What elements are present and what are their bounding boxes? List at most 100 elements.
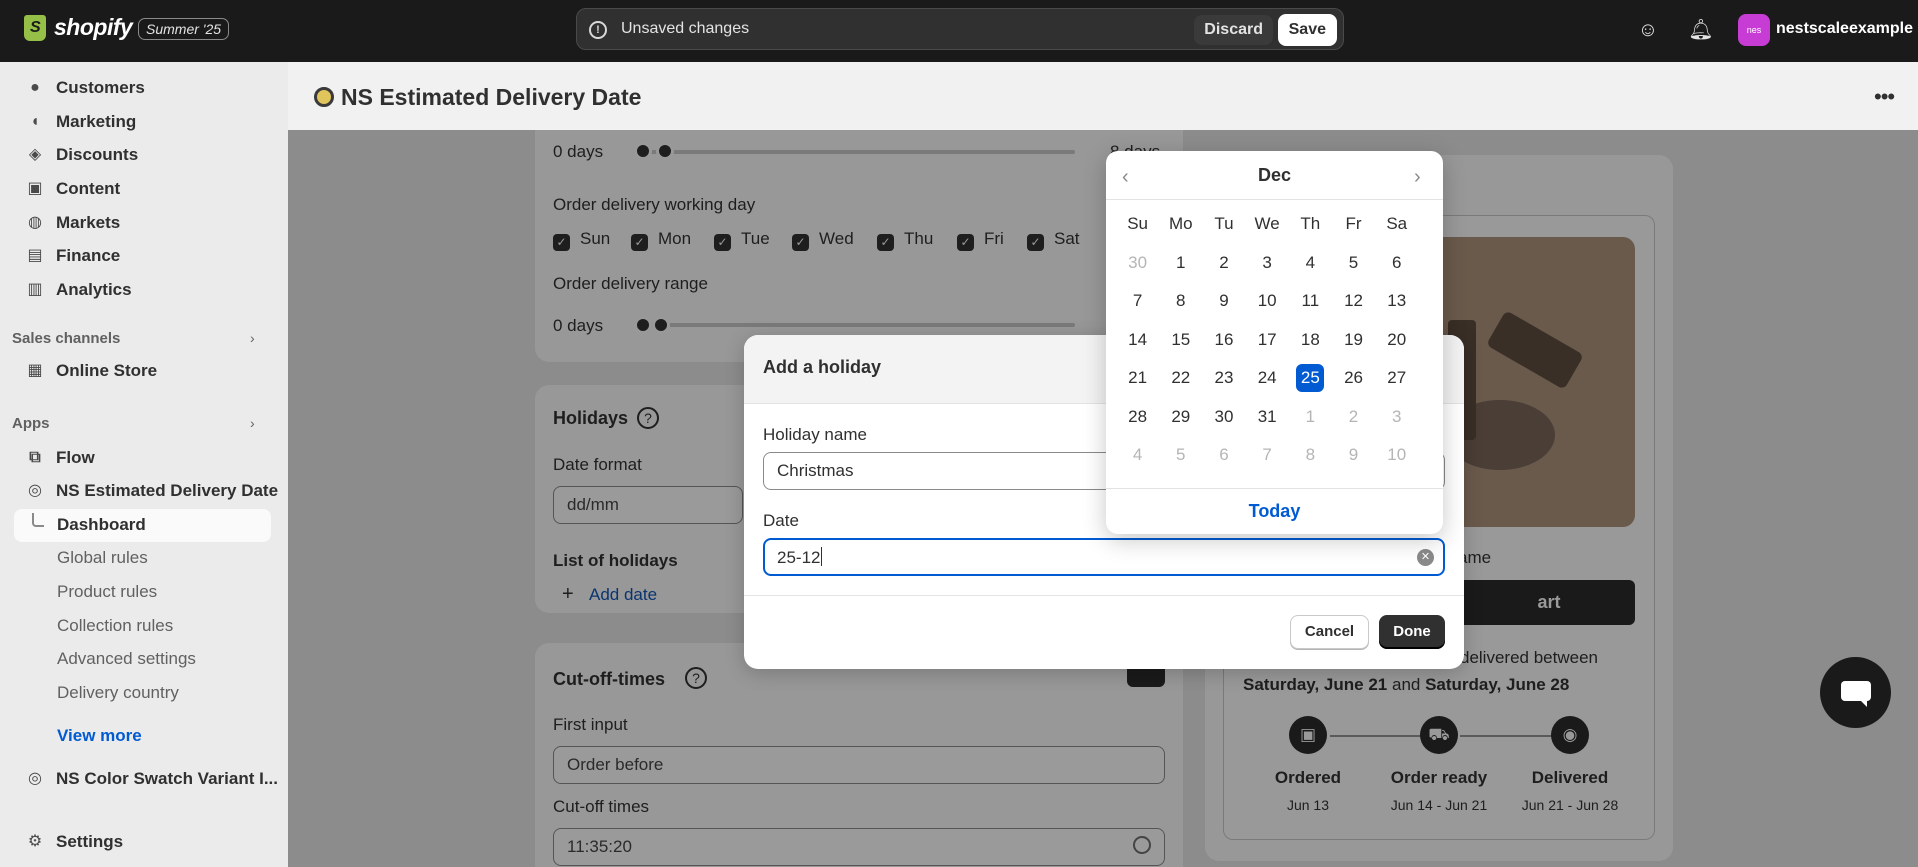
calendar-day[interactable]: 8 xyxy=(1289,436,1332,475)
sidebar-item-finance[interactable]: ▤ Finance xyxy=(26,246,120,266)
calendar-day[interactable]: 9 xyxy=(1202,282,1245,321)
range-slider-knob[interactable] xyxy=(652,316,670,334)
calendar-day[interactable]: 21 xyxy=(1116,359,1159,398)
cutoff-times-field[interactable]: 11:35:20 xyxy=(553,828,1165,866)
calendar-day[interactable]: 28 xyxy=(1116,398,1159,437)
sidebar-item-analytics[interactable]: ▥ Analytics xyxy=(26,280,131,300)
sidebar-item-customers[interactable]: ● Customers xyxy=(26,78,145,98)
sidebar-item-markets[interactable]: ◍ Markets xyxy=(26,213,120,233)
apps-header[interactable]: Apps xyxy=(12,415,50,432)
calendar-day[interactable]: 24 xyxy=(1246,359,1289,398)
calendar-day[interactable]: 18 xyxy=(1289,321,1332,360)
clock-icon[interactable] xyxy=(1133,836,1151,854)
range-slider-knob[interactable] xyxy=(656,142,674,160)
range-slider-track[interactable] xyxy=(635,323,1075,327)
calendar-day[interactable]: 27 xyxy=(1375,359,1418,398)
sidebar-subitem-advanced-settings[interactable]: Advanced settings xyxy=(57,649,196,669)
sidebar-item-ns-color-swatch[interactable]: ◎ NS Color Swatch Variant I... xyxy=(26,769,278,789)
calendar-day[interactable]: 4 xyxy=(1116,436,1159,475)
calendar-day[interactable]: 8 xyxy=(1159,282,1202,321)
sidebar-subitem-collection-rules[interactable]: Collection rules xyxy=(57,616,173,636)
sidebar-item-flow[interactable]: ⧉ Flow xyxy=(26,448,94,468)
weekday-checkbox-thu[interactable]: ✓ Thu xyxy=(877,229,933,251)
help-icon[interactable]: ? xyxy=(637,407,659,429)
sidebar-item-content[interactable]: ▣ Content xyxy=(26,179,120,199)
calendar-day[interactable]: 17 xyxy=(1246,321,1289,360)
range-slider-track[interactable] xyxy=(635,150,1075,154)
range-slider-knob[interactable] xyxy=(634,316,652,334)
calendar-day[interactable]: 14 xyxy=(1116,321,1159,360)
calendar-day[interactable]: 12 xyxy=(1332,282,1375,321)
bell-icon[interactable]: 🔔︎ xyxy=(1688,17,1714,43)
calendar-day[interactable]: 19 xyxy=(1332,321,1375,360)
sidekick-icon[interactable]: ☺ xyxy=(1635,17,1661,43)
calendar-day[interactable]: 7 xyxy=(1116,282,1159,321)
save-button[interactable]: Save xyxy=(1277,14,1337,46)
today-button[interactable]: Today xyxy=(1106,501,1443,522)
help-icon[interactable]: ? xyxy=(685,667,707,689)
first-input-field[interactable]: Order before xyxy=(553,746,1165,784)
calendar-day[interactable]: 1 xyxy=(1159,244,1202,283)
calendar-day[interactable]: 6 xyxy=(1202,436,1245,475)
sidebar-item-online-store[interactable]: ▦ Online Store xyxy=(26,361,157,381)
add-date-link[interactable]: Add date xyxy=(589,585,657,605)
chevron-right-icon[interactable]: › xyxy=(1414,166,1421,189)
calendar-day[interactable]: 5 xyxy=(1332,244,1375,283)
shopify-logo[interactable]: shopify xyxy=(24,14,133,41)
calendar-day[interactable]: 15 xyxy=(1159,321,1202,360)
sidebar-subitem-dashboard[interactable]: Dashboard xyxy=(57,515,146,535)
done-button[interactable]: Done xyxy=(1379,615,1445,649)
calendar-day[interactable]: 31 xyxy=(1246,398,1289,437)
sidebar-item-settings[interactable]: ⚙ Settings xyxy=(26,832,123,852)
chat-button[interactable] xyxy=(1820,657,1891,728)
calendar-day[interactable]: 1 xyxy=(1289,398,1332,437)
more-actions-icon[interactable]: ••• xyxy=(1874,84,1895,110)
edition-badge[interactable]: Summer '25 xyxy=(138,18,230,40)
calendar-day[interactable]: 16 xyxy=(1202,321,1245,360)
weekday-checkbox-sun[interactable]: ✓ Sun xyxy=(553,229,610,251)
sidebar-subitem-global-rules[interactable]: Global rules xyxy=(57,548,148,568)
avatar[interactable]: nes xyxy=(1738,14,1770,46)
calendar-day[interactable]: 30 xyxy=(1116,244,1159,283)
chevron-right-icon[interactable]: › xyxy=(250,415,255,431)
calendar-day[interactable]: 3 xyxy=(1246,244,1289,283)
weekday-checkbox-wed[interactable]: ✓ Wed xyxy=(792,229,854,251)
calendar-day[interactable]: 3 xyxy=(1375,398,1418,437)
sidebar-subitem-product-rules[interactable]: Product rules xyxy=(57,582,157,602)
sales-channels-header[interactable]: Sales channels xyxy=(12,330,120,347)
view-more-link[interactable]: View more xyxy=(57,726,142,746)
calendar-day[interactable]: 13 xyxy=(1375,282,1418,321)
calendar-day[interactable]: 5 xyxy=(1159,436,1202,475)
weekday-checkbox-sat[interactable]: ✓ Sat xyxy=(1027,229,1080,251)
weekday-checkbox-mon[interactable]: ✓ Mon xyxy=(631,229,691,251)
calendar-day[interactable]: 11 xyxy=(1289,282,1332,321)
chevron-right-icon[interactable]: › xyxy=(250,330,255,346)
weekday-checkbox-fri[interactable]: ✓ Fri xyxy=(957,229,1004,251)
weekday-checkbox-tue[interactable]: ✓ Tue xyxy=(714,229,770,251)
calendar-day[interactable]: 20 xyxy=(1375,321,1418,360)
cancel-button[interactable]: Cancel xyxy=(1290,615,1369,649)
calendar-day[interactable]: 10 xyxy=(1375,436,1418,475)
calendar-day[interactable]: 26 xyxy=(1332,359,1375,398)
calendar-day[interactable]: 2 xyxy=(1332,398,1375,437)
calendar-day[interactable]: 22 xyxy=(1159,359,1202,398)
sidebar-item-marketing[interactable]: ◖ Marketing xyxy=(26,112,136,132)
clear-icon[interactable]: ✕ xyxy=(1417,549,1434,566)
range-slider-knob[interactable] xyxy=(634,142,652,160)
discard-button[interactable]: Discard xyxy=(1194,15,1273,45)
calendar-day[interactable]: 6 xyxy=(1375,244,1418,283)
calendar-day[interactable]: 29 xyxy=(1159,398,1202,437)
sidebar-subitem-delivery-country[interactable]: Delivery country xyxy=(57,683,179,703)
sidebar-item-ns-estimated-delivery-date[interactable]: ◎ NS Estimated Delivery Date xyxy=(26,481,278,501)
calendar-day[interactable]: 7 xyxy=(1246,436,1289,475)
calendar-day-selected[interactable]: 25 xyxy=(1289,359,1332,398)
sidebar-item-discounts[interactable]: ◈ Discounts xyxy=(26,145,138,165)
calendar-day[interactable]: 30 xyxy=(1202,398,1245,437)
calendar-day[interactable]: 23 xyxy=(1202,359,1245,398)
calendar-day[interactable]: 4 xyxy=(1289,244,1332,283)
calendar-day[interactable]: 9 xyxy=(1332,436,1375,475)
date-format-select[interactable]: dd/mm xyxy=(553,486,743,524)
date-input[interactable]: 25-12 ✕ xyxy=(763,538,1445,576)
store-name[interactable]: nestscaleexample xyxy=(1776,20,1913,38)
calendar-day[interactable]: 10 xyxy=(1246,282,1289,321)
